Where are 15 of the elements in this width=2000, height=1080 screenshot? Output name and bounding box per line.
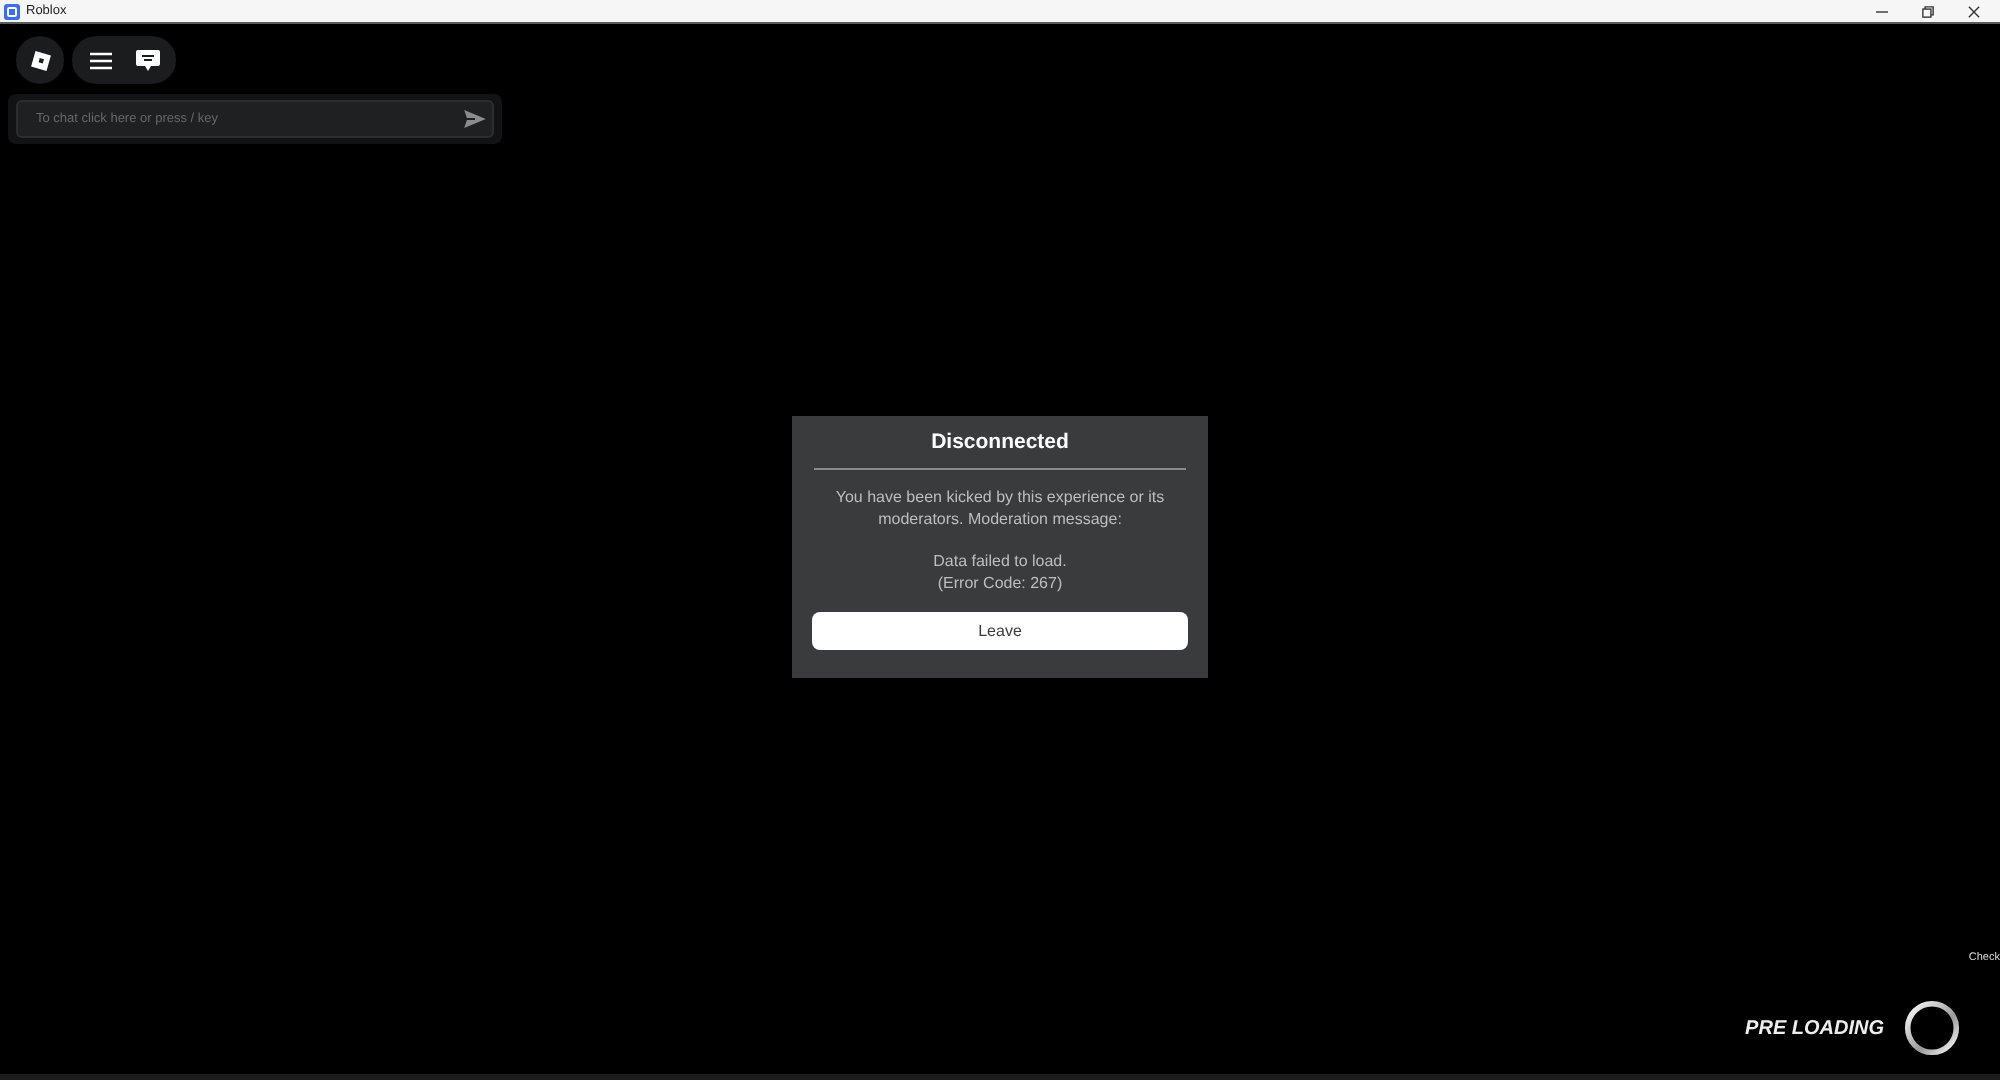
logo-button[interactable] — [16, 36, 64, 84]
send-icon[interactable] — [464, 110, 486, 128]
chat-icon[interactable] — [136, 49, 160, 71]
dialog-message: You have been kicked by this experience or its moderators. Moderation message: — [833, 486, 1167, 530]
leave-button[interactable]: Leave — [812, 612, 1188, 650]
logo-icon — [29, 49, 51, 71]
menu-icon[interactable] — [90, 51, 112, 69]
error-detail: (Error Code: 267) — [937, 572, 1063, 594]
loading-label: PRE LOADING — [1745, 1017, 1884, 1039]
restore-icon[interactable] — [1922, 5, 1934, 17]
minimize-icon[interactable] — [1876, 5, 1888, 17]
close-icon[interactable] — [1968, 5, 1980, 17]
error-detail: Data failed to load. — [933, 550, 1067, 572]
spinner-icon — [1904, 1000, 1960, 1056]
dialog-title: Disconnected — [931, 428, 1069, 456]
